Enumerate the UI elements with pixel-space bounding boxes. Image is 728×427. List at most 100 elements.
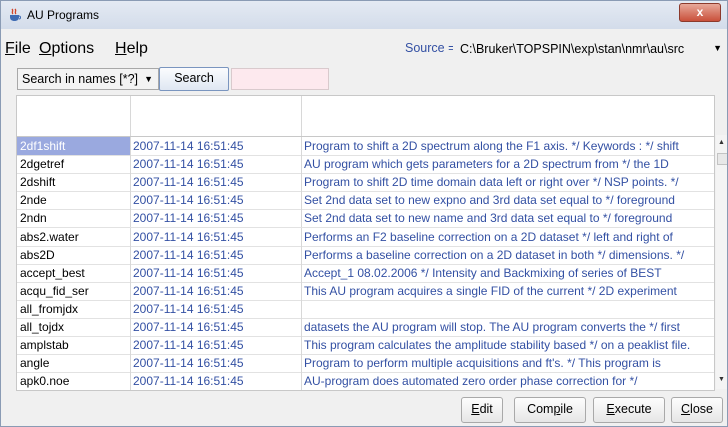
date-cell: 2007-11-14 16:51:45: [131, 354, 302, 373]
menu-file-mnemonic: F: [5, 40, 15, 57]
date-cell: 2007-11-14 16:51:45: [131, 336, 302, 355]
search-input[interactable]: [231, 68, 329, 90]
menu-help[interactable]: Help: [115, 37, 148, 61]
compile-label-end: ile: [560, 402, 573, 416]
table-row[interactable]: 2df1shift 2007-11-14 16:51:45 Program to s…: [17, 137, 714, 156]
edit-mnemonic: E: [471, 402, 480, 416]
table-row[interactable]: all_tojdx 2007-11-14 16:51:45 datasets the…: [17, 318, 714, 337]
program-name-cell: accept_best: [17, 263, 131, 282]
column-header-description[interactable]: [302, 96, 713, 136]
table-row[interactable]: all_fromjdx 2007-11-14 16:51:45: [17, 299, 714, 319]
menu-options-mnemonic: O: [39, 40, 52, 57]
table-row[interactable]: abs2D 2007-11-14 16:51:45 Performs a basel…: [17, 245, 714, 265]
scroll-up-arrow-icon[interactable]: ▲: [716, 139, 727, 146]
date-cell: 2007-11-14 16:51:45: [131, 155, 302, 174]
description-cell: Program to perform multiple acquisitions…: [304, 356, 661, 371]
scroll-down-arrow-icon[interactable]: ▼: [716, 376, 727, 383]
table-row[interactable]: angle 2007-11-14 16:51:45 Program to perfo…: [17, 354, 714, 374]
description-cell: Performs an F2 baseline correction on a …: [304, 229, 673, 244]
table-row[interactable]: accept_best 2007-11-14 16:51:45 Accept_1 0…: [17, 263, 714, 283]
vertical-scrollbar[interactable]: ▲ ▼: [716, 135, 727, 389]
program-name-cell: 2dgetref: [17, 155, 131, 174]
description-cell: Performs a baseline correction on a 2D d…: [304, 247, 685, 262]
table-row[interactable]: abs2.water 2007-11-14 16:51:45 Performs an…: [17, 227, 714, 247]
program-name-cell: apk0.noe: [17, 372, 131, 390]
table-row[interactable]: 2dshift 2007-11-14 16:51:45 Program to shi…: [17, 173, 714, 193]
menu-file[interactable]: File: [5, 37, 31, 61]
table-row[interactable]: amplstab 2007-11-14 16:51:45 This program …: [17, 336, 714, 356]
program-name-cell: abs2D: [17, 245, 131, 264]
description-cell: [302, 300, 714, 318]
date-cell: 2007-11-14 16:51:45: [131, 191, 302, 210]
close-mnemonic: C: [681, 402, 691, 416]
scroll-thumb[interactable]: [717, 153, 727, 165]
date-cell: 2007-11-14 16:51:45: [131, 137, 302, 155]
program-name-cell: amplstab: [17, 336, 131, 355]
description-cell: Accept_1 08.02.2006 */ Intensity and Bac…: [304, 265, 662, 280]
description-cell: Program to shift a 2D spectrum along the…: [304, 139, 679, 153]
date-cell: 2007-11-14 16:51:45: [131, 245, 302, 264]
title-bar[interactable]: AU Programs x: [1, 1, 727, 29]
table-row[interactable]: 2dgetref 2007-11-14 16:51:45 AU program wh…: [17, 155, 714, 175]
table-row[interactable]: acqu_fid_ser 2007-11-14 16:51:45 This AU p…: [17, 281, 714, 301]
execute-button[interactable]: Execute: [593, 397, 665, 423]
program-name-cell: angle: [17, 354, 131, 373]
edit-button[interactable]: Edit: [461, 397, 503, 423]
search-mode-label: Search in names [*?]: [22, 72, 139, 86]
description-cell: This program calculates the amplitude st…: [304, 338, 691, 353]
menu-options[interactable]: Options: [39, 37, 94, 61]
au-programs-window: AU Programs x File Options Help Source =…: [0, 0, 728, 427]
description-cell: Set 2nd data set to new expno and 3rd da…: [304, 193, 675, 208]
window-title: AU Programs: [27, 8, 100, 22]
program-name-cell: all_tojdx: [17, 318, 131, 336]
description-cell: Set 2nd data set to new name and 3rd dat…: [304, 211, 673, 226]
description-cell: datasets the AU program will stop. The A…: [304, 320, 680, 334]
execute-label: xecute: [614, 402, 652, 416]
description-cell: This AU program acquires a single FID of…: [304, 283, 677, 298]
close-button[interactable]: Close: [671, 397, 723, 423]
java-cup-icon: [10, 8, 21, 21]
column-header-name[interactable]: [17, 96, 131, 136]
menu-help-label: elp: [126, 40, 148, 57]
compile-button[interactable]: Compile: [514, 397, 586, 423]
table-header: [17, 96, 714, 137]
menu-file-label: ile: [14, 40, 31, 57]
date-cell: 2007-11-14 16:51:45: [131, 227, 302, 246]
table-row[interactable]: 2ndn 2007-11-14 16:51:45 Set 2nd data set …: [17, 209, 714, 229]
au-program-table: 2df1shift 2007-11-14 16:51:45 Program to s…: [16, 95, 715, 391]
program-name-cell: all_fromjdx: [17, 299, 131, 318]
description-cell: Program to shift 2D time domain data lef…: [304, 175, 679, 190]
column-header-date[interactable]: [131, 96, 302, 136]
program-name-cell: 2dshift: [17, 173, 131, 192]
date-cell: 2007-11-14 16:51:45: [131, 173, 302, 192]
dropdown-arrow-icon: ▼: [144, 74, 153, 84]
description-cell: AU program which gets parameters for a 2…: [304, 157, 669, 172]
close-label: lose: [690, 402, 713, 416]
date-cell: 2007-11-14 16:51:45: [131, 209, 302, 228]
source-dropdown[interactable]: C:\Bruker\TOPSPIN\exp\stan\nmr\au\src ▼: [453, 37, 727, 61]
table-row[interactable]: apk0.noe 2007-11-14 16:51:45 AU-program do…: [17, 372, 714, 390]
compile-label-start: Com: [527, 402, 554, 416]
program-name-cell: 2df1shift: [17, 137, 131, 155]
date-cell: 2007-11-14 16:51:45: [131, 299, 302, 318]
search-button[interactable]: Search: [159, 67, 229, 91]
menu-help-mnemonic: H: [115, 40, 127, 57]
dropdown-arrow-icon: ▼: [713, 43, 722, 53]
execute-mnemonic: E: [606, 402, 615, 416]
program-name-cell: abs2.water: [17, 227, 131, 246]
window-close-button[interactable]: x: [679, 3, 721, 22]
source-path: C:\Bruker\TOPSPIN\exp\stan\nmr\au\src: [460, 42, 685, 56]
table-row[interactable]: 2nde 2007-11-14 16:51:45 Set 2nd data set …: [17, 191, 714, 211]
source-label: Source =: [405, 41, 456, 55]
date-cell: 2007-11-14 16:51:45: [131, 281, 302, 300]
description-cell: AU-program does automated zero order pha…: [304, 374, 638, 389]
edit-label: dit: [479, 402, 493, 416]
program-name-cell: acqu_fid_ser: [17, 281, 131, 300]
program-name-cell: 2ndn: [17, 209, 131, 228]
search-mode-dropdown[interactable]: Search in names [*?] ▼: [17, 68, 159, 90]
program-name-cell: 2nde: [17, 191, 131, 210]
date-cell: 2007-11-14 16:51:45: [131, 372, 302, 390]
menu-options-label: ptions: [51, 40, 95, 57]
date-cell: 2007-11-14 16:51:45: [131, 263, 302, 282]
date-cell: 2007-11-14 16:51:45: [131, 318, 302, 336]
